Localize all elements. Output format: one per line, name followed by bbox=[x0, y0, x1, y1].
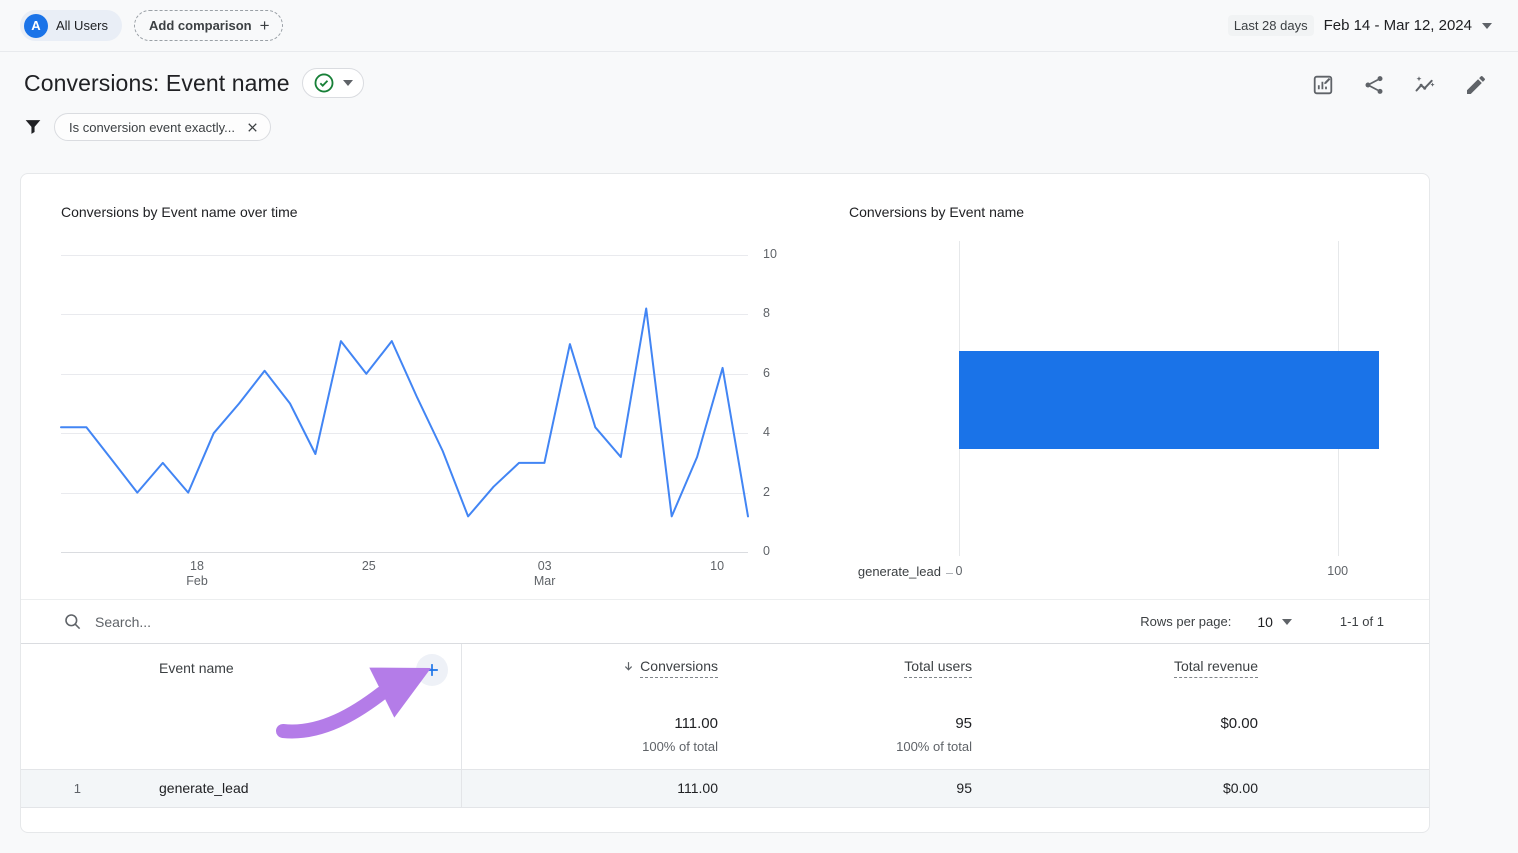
rows-per-page-label: Rows per page: bbox=[1140, 614, 1231, 629]
search-icon bbox=[63, 612, 82, 631]
y-axis-label: 4 bbox=[763, 425, 797, 439]
edit-icon[interactable] bbox=[1464, 73, 1488, 97]
search-box[interactable] bbox=[63, 612, 1140, 631]
segment-chip-all-users[interactable]: A All Users bbox=[20, 10, 122, 41]
page-title: Conversions: Event name bbox=[24, 70, 290, 97]
chevron-down-icon bbox=[1282, 619, 1292, 625]
line-chart-plot: 024681018Feb2503Mar10 bbox=[61, 255, 748, 552]
date-range-text: Feb 14 - Mar 12, 2024 bbox=[1324, 17, 1472, 34]
avatar: A bbox=[24, 14, 48, 38]
y-axis-label: 0 bbox=[763, 544, 797, 558]
line-chart-title: Conversions by Event name over time bbox=[61, 204, 298, 220]
totals-revenue: $0.00 bbox=[972, 715, 1258, 732]
check-circle-icon bbox=[313, 72, 335, 94]
chevron-down-icon bbox=[343, 80, 353, 86]
search-input[interactable] bbox=[95, 614, 395, 630]
x-axis-label: 18Feb bbox=[186, 559, 208, 589]
cell-conversions: 111.00 bbox=[465, 770, 718, 807]
sort-descending-icon bbox=[622, 660, 635, 673]
bar-category-tick bbox=[946, 573, 953, 574]
filter-icon bbox=[22, 116, 44, 138]
report-actions bbox=[1311, 73, 1488, 97]
table-row[interactable]: 1 generate_lead 111.00 95 $0.00 bbox=[21, 769, 1429, 808]
column-divider bbox=[461, 644, 462, 808]
chevron-down-icon bbox=[1482, 23, 1492, 29]
column-header-conversions[interactable]: Conversions bbox=[465, 658, 718, 674]
close-icon[interactable] bbox=[245, 120, 260, 135]
insights-icon[interactable] bbox=[1413, 73, 1437, 97]
add-dimension-button[interactable] bbox=[416, 654, 448, 686]
customize-report-icon[interactable] bbox=[1311, 73, 1335, 97]
report-card: Conversions by Event name over time 0246… bbox=[20, 173, 1430, 833]
conversions-line-series bbox=[61, 255, 748, 552]
share-icon[interactable] bbox=[1362, 73, 1386, 97]
filter-bar: Is conversion event exactly... bbox=[22, 113, 271, 141]
y-gridline bbox=[61, 552, 748, 553]
y-axis-label: 6 bbox=[763, 366, 797, 380]
table-header: Event name Conversions Total users Total… bbox=[21, 644, 1429, 769]
x-axis-label: 10 bbox=[710, 559, 724, 574]
column-header-total-revenue[interactable]: Total revenue bbox=[972, 658, 1258, 674]
pagination-controls: Rows per page: 10 1-1 of 1 bbox=[1140, 614, 1384, 630]
y-axis-label: 10 bbox=[763, 247, 797, 261]
column-header-total-users[interactable]: Total users bbox=[718, 658, 972, 674]
cell-total-users: 95 bbox=[718, 770, 972, 807]
date-preset-tag: Last 28 days bbox=[1228, 15, 1314, 36]
x-axis-label: 25 bbox=[362, 559, 376, 574]
bar-generate-lead bbox=[959, 351, 1379, 449]
segment-label: All Users bbox=[56, 18, 108, 33]
bar-category-label: generate_lead bbox=[801, 564, 941, 579]
add-comparison-button[interactable]: Add comparison + bbox=[134, 10, 283, 41]
totals-users-pct: 100% of total bbox=[718, 739, 972, 754]
date-range-picker[interactable]: Last 28 days Feb 14 - Mar 12, 2024 bbox=[1228, 15, 1492, 36]
x-axis-label: 100 bbox=[1327, 564, 1348, 579]
x-axis-label: 03Mar bbox=[534, 559, 556, 589]
x-axis-label: 0 bbox=[956, 564, 963, 579]
column-header-event-name[interactable]: Event name bbox=[159, 660, 234, 676]
plus-icon: + bbox=[260, 17, 270, 34]
row-index: 1 bbox=[21, 770, 81, 807]
table-toolbar: Rows per page: 10 1-1 of 1 bbox=[21, 599, 1429, 644]
conversion-badge-dropdown[interactable] bbox=[302, 68, 364, 98]
comparison-bar: A All Users Add comparison + Last 28 day… bbox=[0, 0, 1518, 52]
bar-chart-title: Conversions by Event name bbox=[849, 204, 1024, 220]
ga4-conversions-report: A All Users Add comparison + Last 28 day… bbox=[0, 0, 1518, 853]
plus-icon bbox=[422, 660, 442, 680]
report-header: Conversions: Event name bbox=[24, 68, 364, 98]
cell-event-name: generate_lead bbox=[159, 770, 249, 807]
cell-total-revenue: $0.00 bbox=[972, 770, 1258, 807]
totals-conversions-pct: 100% of total bbox=[465, 739, 718, 754]
y-axis-label: 2 bbox=[763, 485, 797, 499]
filter-chip[interactable]: Is conversion event exactly... bbox=[54, 113, 271, 141]
totals-users: 95 bbox=[718, 715, 972, 732]
bar-chart-plot: 0100 bbox=[959, 241, 1421, 556]
rows-per-page-select[interactable]: 10 bbox=[1257, 614, 1292, 630]
totals-conversions: 111.00 bbox=[465, 715, 718, 732]
y-axis-label: 8 bbox=[763, 306, 797, 320]
pagination-range: 1-1 of 1 bbox=[1340, 614, 1384, 629]
